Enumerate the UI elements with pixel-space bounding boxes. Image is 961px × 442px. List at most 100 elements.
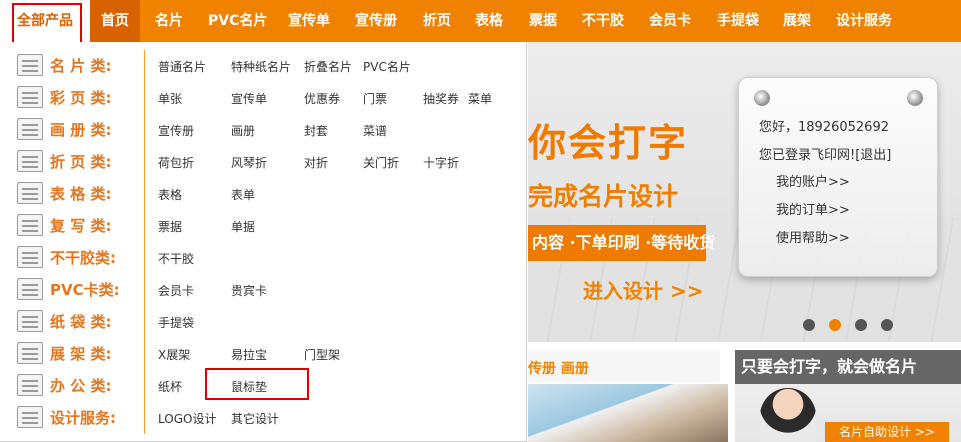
nav-brochure[interactable]: 宣传册: [355, 0, 397, 42]
nav-sticker[interactable]: 不干胶: [582, 0, 624, 42]
sub-item[interactable]: 宣传册: [158, 122, 194, 139]
sub-item[interactable]: 画册: [231, 122, 255, 139]
folded-page-icon: [17, 150, 43, 172]
category-row: 不干胶类: 不干胶: [0, 242, 527, 274]
banner-subline: 完成名片设计: [528, 182, 679, 211]
pencil-icon: [17, 406, 43, 428]
office-icon: [17, 374, 43, 396]
login-card: 您好，18926052692 您已登录飞印网![退出] 我的账户>> 我的订单>…: [738, 77, 938, 277]
color-page-icon: [17, 86, 43, 108]
my-orders-link[interactable]: 我的订单>>: [776, 199, 850, 218]
category-label[interactable]: 纸 袋 类:: [50, 311, 111, 332]
sub-item[interactable]: 会员卡: [158, 282, 194, 299]
sub-item[interactable]: 门票: [363, 90, 387, 107]
sub-item[interactable]: 门型架: [304, 346, 340, 363]
login-status[interactable]: 您已登录飞印网![退出]: [759, 144, 891, 163]
category-label[interactable]: 展 架 类:: [50, 343, 111, 364]
sub-item[interactable]: 其它设计: [231, 410, 279, 427]
sub-item[interactable]: 普通名片: [158, 58, 206, 75]
carousel-dot[interactable]: [881, 319, 893, 331]
pin-icon: [754, 90, 770, 106]
category-row: 设计服务: LOGO设计 其它设计: [0, 402, 527, 434]
category-row: 名 片 类: 普通名片 特种纸名片 折叠名片 PVC名片: [0, 50, 527, 82]
sub-item[interactable]: 封套: [304, 122, 328, 139]
category-label[interactable]: PVC卡类:: [50, 279, 120, 300]
banner-ribbon: 内容 ·下单印刷 ·等待收货: [528, 225, 715, 261]
sub-item[interactable]: 菜谱: [363, 122, 387, 139]
sub-item-mousepad[interactable]: 鼠标垫: [231, 378, 267, 395]
carousel-dot[interactable]: [803, 319, 815, 331]
brochure-panel-title[interactable]: 传册 画册: [528, 358, 589, 378]
sub-item[interactable]: 对折: [304, 154, 328, 171]
help-link[interactable]: 使用帮助>>: [776, 227, 850, 246]
category-label[interactable]: 表 格 类:: [50, 183, 111, 204]
nav-receipt[interactable]: 票据: [529, 0, 557, 42]
sub-item[interactable]: X展架: [158, 346, 190, 363]
sub-item[interactable]: 单张: [158, 90, 182, 107]
nav-business-card[interactable]: 名片: [155, 0, 183, 42]
nav-handbag[interactable]: 手提袋: [717, 0, 759, 42]
nav-home[interactable]: 首页: [90, 0, 140, 42]
banner-enter-link[interactable]: 进入设计 >>: [583, 275, 703, 304]
category-label[interactable]: 名 片 类:: [50, 55, 111, 76]
carbon-copy-icon: [17, 214, 43, 236]
sticker-icon: [17, 246, 43, 268]
sub-item[interactable]: 单据: [231, 218, 255, 235]
sub-item[interactable]: 优惠券: [304, 90, 340, 107]
sub-item[interactable]: PVC名片: [363, 58, 411, 75]
sub-item[interactable]: 宣传单: [231, 90, 267, 107]
nav-flyer[interactable]: 宣传单: [288, 0, 330, 42]
sub-item[interactable]: 菜单: [468, 90, 492, 107]
nav-folded-page[interactable]: 折页: [423, 0, 451, 42]
nav-pvc-card[interactable]: PVC名片: [208, 0, 267, 42]
all-products-dropdown: 名 片 类: 普通名片 特种纸名片 折叠名片 PVC名片 彩 页 类: 单张 宣…: [0, 42, 527, 442]
self-design-button[interactable]: 名片自助设计 >>: [825, 422, 949, 442]
category-label[interactable]: 复 写 类:: [50, 215, 111, 236]
sub-item[interactable]: 特种纸名片: [231, 58, 291, 75]
sub-item[interactable]: 票据: [158, 218, 182, 235]
sub-item[interactable]: 表单: [231, 186, 255, 203]
sub-item[interactable]: 不干胶: [158, 250, 194, 267]
carousel-dot[interactable]: [855, 319, 867, 331]
category-row: 折 页 类: 荷包折 风琴折 对折 关门折 十字折: [0, 146, 527, 178]
brochure-image[interactable]: [528, 384, 728, 442]
sub-item[interactable]: 风琴折: [231, 154, 267, 171]
category-label[interactable]: 折 页 类:: [50, 151, 111, 172]
nav-design-service[interactable]: 设计服务: [836, 0, 892, 42]
pin-icon: [907, 90, 923, 106]
form-icon: [17, 182, 43, 204]
category-label[interactable]: 彩 页 类:: [50, 87, 111, 108]
carousel-dot-active[interactable]: [829, 319, 841, 331]
promo-panel-title: 只要会打字，就会做名片: [735, 350, 961, 384]
category-row: 彩 页 类: 单张 宣传单 优惠券 门票 抽奖券 菜单: [0, 82, 527, 114]
sub-item[interactable]: 十字折: [423, 154, 459, 171]
promo-panel: 只要会打字，就会做名片 名片自助设计 >>: [735, 350, 961, 442]
all-products-tab[interactable]: 全部产品: [0, 0, 90, 42]
category-label[interactable]: 不干胶类:: [50, 247, 116, 268]
category-row: 画 册 类: 宣传册 画册 封套 菜谱: [0, 114, 527, 146]
top-nav: 全部产品 首页 名片 PVC名片 宣传单 宣传册 折页 表格 票据 不干胶 会员…: [0, 0, 961, 52]
sub-item[interactable]: 贵宾卡: [231, 282, 267, 299]
sub-item[interactable]: 折叠名片: [304, 58, 352, 75]
display-stand-icon: [17, 342, 43, 364]
sub-item[interactable]: 纸杯: [158, 378, 182, 395]
category-row: 展 架 类: X展架 易拉宝 门型架: [0, 338, 527, 370]
business-card-icon: [17, 54, 43, 76]
banner-headline: 你会打字: [528, 121, 689, 165]
paper-bag-icon: [17, 310, 43, 332]
sub-item[interactable]: 抽奖券: [423, 90, 459, 107]
sub-item[interactable]: 荷包折: [158, 154, 194, 171]
sub-item[interactable]: LOGO设计: [158, 410, 216, 427]
nav-display-stand[interactable]: 展架: [783, 0, 811, 42]
sub-item[interactable]: 手提袋: [158, 314, 194, 331]
nav-form[interactable]: 表格: [475, 0, 503, 42]
category-label[interactable]: 设计服务:: [50, 407, 116, 428]
brochure-panel: 传册 画册: [528, 350, 720, 382]
sub-item[interactable]: 关门折: [363, 154, 399, 171]
category-label[interactable]: 画 册 类:: [50, 119, 111, 140]
category-label[interactable]: 办 公 类:: [50, 375, 111, 396]
nav-membership-card[interactable]: 会员卡: [649, 0, 691, 42]
my-account-link[interactable]: 我的账户>>: [776, 171, 850, 190]
sub-item[interactable]: 易拉宝: [231, 346, 267, 363]
sub-item[interactable]: 表格: [158, 186, 182, 203]
